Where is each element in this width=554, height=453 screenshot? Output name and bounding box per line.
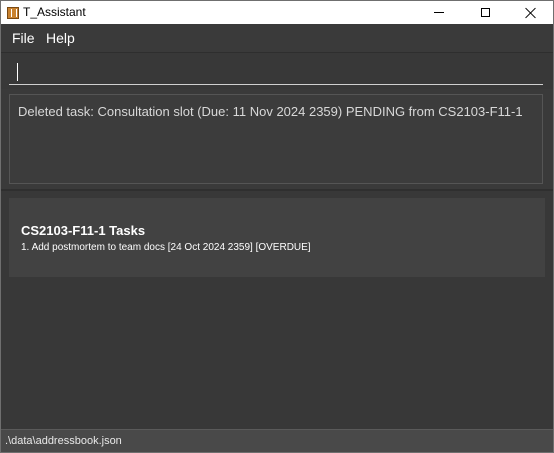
close-icon bbox=[525, 7, 536, 18]
menu-help[interactable]: Help bbox=[46, 29, 75, 47]
task-list-item: 1. Add postmortem to team docs [24 Oct 2… bbox=[21, 242, 311, 253]
task-list-panel[interactable]: CS2103-F11-1 Tasks 1. Add postmortem to … bbox=[1, 191, 553, 429]
command-box-container bbox=[1, 53, 553, 89]
task-group-title: CS2103-F11-1 Tasks bbox=[21, 223, 146, 238]
maximize-icon bbox=[480, 8, 490, 17]
close-button[interactable] bbox=[507, 1, 553, 24]
title-bar[interactable]: T_Assistant bbox=[1, 1, 553, 24]
app-icon bbox=[7, 7, 19, 19]
result-display[interactable]: Deleted task: Consultation slot (Due: 11… bbox=[9, 94, 543, 184]
minimize-button[interactable] bbox=[416, 1, 462, 24]
text-caret bbox=[17, 63, 18, 81]
save-file-path: .\data\addressbook.json bbox=[5, 435, 122, 447]
result-display-container: Deleted task: Consultation slot (Due: 11… bbox=[1, 89, 553, 189]
result-message: Deleted task: Consultation slot (Due: 11… bbox=[18, 104, 523, 119]
menu-file[interactable]: File bbox=[12, 29, 35, 47]
command-input[interactable] bbox=[9, 57, 543, 85]
window-title: T_Assistant bbox=[23, 5, 86, 19]
app-window: T_Assistant File Help Deleted task: Cons… bbox=[0, 0, 554, 453]
task-group-card[interactable]: CS2103-F11-1 Tasks 1. Add postmortem to … bbox=[9, 198, 545, 277]
maximize-button[interactable] bbox=[462, 1, 508, 24]
minimize-icon bbox=[434, 12, 444, 13]
status-bar: .\data\addressbook.json bbox=[1, 429, 553, 452]
menu-bar: File Help bbox=[1, 24, 553, 53]
